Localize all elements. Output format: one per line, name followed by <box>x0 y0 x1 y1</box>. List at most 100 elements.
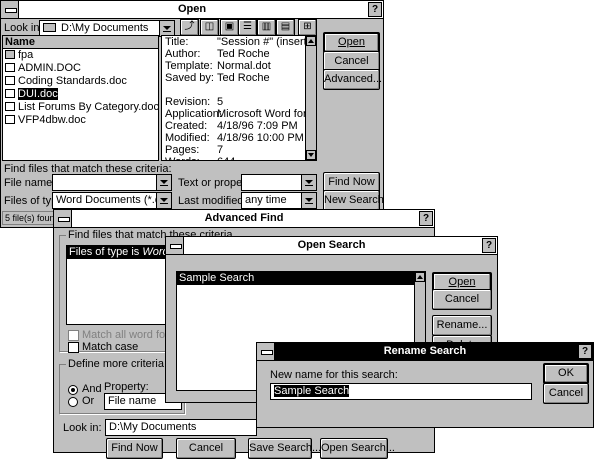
property-key: Revision: <box>165 96 211 108</box>
new-name-input[interactable]: Sample Search <box>270 383 532 400</box>
advanced-find-titlebar: Advanced Find ? <box>54 210 434 228</box>
dialog-title: Rename Search <box>383 345 467 357</box>
rename-button[interactable]: Rename... <box>432 315 492 336</box>
text-or-property-input[interactable] <box>241 174 317 191</box>
property-row: Application:Microsoft Word for Wi... <box>163 108 316 120</box>
preview-button[interactable]: ⊞ <box>298 19 317 36</box>
properties-pane: Title:"Session #" (inserted a...Author:T… <box>161 35 317 161</box>
up-one-level-button[interactable]: ⤴ <box>180 19 199 36</box>
property-row <box>163 84 305 96</box>
details-view-button[interactable]: ▥ <box>257 19 276 36</box>
list-item[interactable]: fpa <box>3 49 158 62</box>
look-in-input[interactable]: D:\My Documents <box>105 419 257 436</box>
dialog-title: Open Search <box>297 239 366 251</box>
file-name-input[interactable] <box>52 174 172 191</box>
list-item-selected[interactable]: Sample Search <box>177 272 414 285</box>
scroll-up-icon[interactable] <box>306 36 316 46</box>
and-radio[interactable] <box>68 385 78 395</box>
dialog-title: Advanced Find <box>204 212 284 224</box>
properties-view-button[interactable]: ▤ <box>276 19 295 36</box>
dialog-title: Open <box>177 3 207 15</box>
property-value: 4/18/96 7:09 PM <box>217 120 298 132</box>
open-dialog-titlebar: Open ? <box>1 1 383 19</box>
property-value: Ted Roche <box>217 48 270 60</box>
property-value: 5 <box>217 96 224 108</box>
system-menu-icon[interactable] <box>54 210 72 227</box>
last-modified-label: Last modified: <box>178 195 247 207</box>
properties-scrollbar[interactable] <box>305 36 316 160</box>
add-favorites-button[interactable]: ▣ <box>220 19 239 36</box>
list-item[interactable]: List Forums By Category.doc <box>3 101 158 114</box>
list-header[interactable]: Name <box>3 36 158 49</box>
property-row: Modified: 4/18/96 10:00 PM <box>163 132 305 144</box>
search-web-button[interactable]: ◫ <box>200 19 219 36</box>
property-row: Title: "Session #" (inserted a... <box>163 36 316 48</box>
folder-icon <box>43 23 56 32</box>
chevron-down-icon[interactable] <box>159 21 174 36</box>
word-doc-icon <box>5 63 15 72</box>
criteria-item[interactable]: Files of type is Word Documents (*.doc) <box>67 246 181 259</box>
property-value: Microsoft Word for Wi... <box>217 108 316 120</box>
find-now-button[interactable]: Find Now <box>106 438 163 459</box>
word-doc-icon <box>5 102 15 111</box>
property-row: Author: Ted Roche <box>163 48 305 60</box>
open-dialog: Open ? Look in: D:\My Documents ⤴ ◫ ▣ ☰ … <box>0 0 384 228</box>
last-modified-dropdown[interactable]: any time <box>241 192 317 209</box>
property-key: Created: <box>165 120 208 132</box>
new-name-label: New name for this search: <box>270 369 398 381</box>
list-item[interactable]: ADMIN.DOC <box>3 62 158 75</box>
save-search-button[interactable]: Save Search... <box>248 438 321 459</box>
look-in-label: Look in: <box>63 422 102 434</box>
open-button[interactable]: Open <box>323 32 380 53</box>
rename-search-dialog: Rename Search ? New name for this search… <box>256 342 594 428</box>
property-value: 644 <box>217 156 235 160</box>
system-menu-icon[interactable] <box>257 343 275 360</box>
match-case-label: Match case <box>82 341 139 353</box>
system-menu-icon[interactable] <box>1 1 19 18</box>
files-of-type-dropdown[interactable]: Word Documents (*.doc) <box>52 192 172 209</box>
cancel-button[interactable]: Cancel <box>432 289 492 310</box>
help-button[interactable]: ? <box>482 238 496 253</box>
folder-icon <box>5 50 15 59</box>
file-name-label: File name: <box>4 177 56 189</box>
property-key: Words: <box>165 156 217 160</box>
property-value: Ted Roche <box>217 72 270 84</box>
define-criteria-label: Define more criteria <box>66 358 166 370</box>
property-value: 4/18/96 10:00 PM <box>217 132 304 144</box>
file-list[interactable]: Name fpa ADMIN.DOC Coding Standards.doc … <box>2 35 159 161</box>
scroll-down-icon[interactable] <box>306 150 316 160</box>
or-label: Or <box>82 395 95 407</box>
property-key: Author: <box>165 48 201 60</box>
advanced-button[interactable]: Advanced... <box>323 69 382 90</box>
chevron-down-icon[interactable] <box>301 193 316 208</box>
help-button[interactable]: ? <box>419 211 433 226</box>
property-key: Pages: <box>165 144 200 156</box>
word-doc-icon <box>5 115 15 124</box>
match-all-word-forms-checkbox[interactable] <box>68 330 79 341</box>
property-row: Revision: 5 <box>163 96 305 108</box>
and-label: And <box>82 383 102 395</box>
list-item-selected[interactable]: DUI.doc <box>3 88 158 101</box>
or-radio[interactable] <box>68 397 78 407</box>
property-key: Title: <box>165 36 189 48</box>
cancel-button[interactable]: Cancel <box>543 383 589 404</box>
chevron-down-icon[interactable] <box>156 175 171 190</box>
scroll-up-icon[interactable] <box>415 272 425 282</box>
cancel-button[interactable]: Cancel <box>176 438 236 459</box>
list-item[interactable]: VFP4dbw.doc <box>3 114 158 127</box>
help-button[interactable]: ? <box>578 344 592 359</box>
list-view-button[interactable]: ☰ <box>238 19 257 36</box>
look-in-label: Look in: <box>4 22 43 34</box>
help-button[interactable]: ? <box>368 2 382 17</box>
property-row: Template: Normal.dot <box>163 60 305 72</box>
ok-button[interactable]: OK <box>543 363 589 384</box>
list-item[interactable]: Coding Standards.doc <box>3 75 158 88</box>
match-case-checkbox[interactable] <box>68 342 79 353</box>
new-search-button[interactable]: New Search <box>323 190 384 211</box>
chevron-down-icon[interactable] <box>156 193 171 208</box>
rename-search-titlebar: Rename Search ? <box>257 343 593 361</box>
open-search-button[interactable]: Open Search... <box>320 438 395 459</box>
property-value: 7 <box>217 144 224 156</box>
system-menu-icon[interactable] <box>166 237 184 254</box>
chevron-down-icon[interactable] <box>301 175 316 190</box>
